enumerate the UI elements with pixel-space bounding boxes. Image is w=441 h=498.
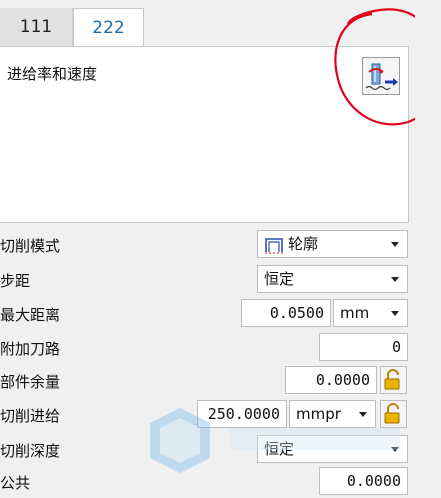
depth-of-cut-value: 恒定 — [264, 440, 295, 458]
chevron-down-icon — [391, 242, 399, 247]
stepover-select[interactable]: 恒定 — [257, 265, 408, 293]
row-common: 公共 0.0000 — [0, 467, 415, 497]
max-distance-unit: mm — [340, 304, 370, 322]
chevron-down-icon — [391, 447, 399, 452]
max-distance-unit-select[interactable]: mm — [333, 299, 408, 327]
row-cut-feed: 切削进给 250.0000 mmpr — [0, 400, 415, 430]
cut-pattern-select[interactable]: 轮廓 — [257, 230, 408, 258]
depth-of-cut-label: 切削深度 — [0, 442, 61, 460]
tab-222[interactable]: 222 — [73, 8, 144, 47]
part-stock-label: 部件余量 — [0, 373, 61, 391]
additional-passes-label: 附加刀路 — [0, 340, 61, 358]
chevron-down-icon — [359, 412, 367, 417]
additional-passes-input[interactable]: 0 — [319, 333, 408, 361]
scrollbar[interactable] — [415, 0, 441, 498]
cut-feed-label: 切削进给 — [0, 407, 61, 425]
row-stepover: 步距 恒定 — [0, 265, 415, 295]
common-input[interactable]: 0.0000 — [319, 467, 408, 495]
stepover-value: 恒定 — [264, 270, 295, 288]
cut-feed-unit-select[interactable]: mmpr — [289, 400, 376, 428]
cut-feed-unit: mmpr — [296, 405, 341, 423]
max-distance-label: 最大距离 — [0, 306, 61, 324]
part-stock-input[interactable]: 0.0000 — [285, 366, 377, 394]
chevron-down-icon — [391, 277, 399, 282]
cut-feed-input[interactable]: 250.0000 — [197, 400, 287, 428]
depth-of-cut-select[interactable]: 恒定 — [257, 435, 408, 463]
lock-icon[interactable] — [380, 400, 407, 428]
row-part-stock: 部件余量 0.0000 — [0, 366, 415, 396]
cut-pattern-label: 切削模式 — [0, 237, 61, 255]
row-max-distance: 最大距离 0.0500 mm — [0, 299, 415, 329]
common-label: 公共 — [0, 474, 31, 492]
row-additional-passes: 附加刀路 0 — [0, 333, 415, 363]
panel-title: 进给率和速度 — [7, 65, 98, 83]
cut-pattern-value: 轮廓 — [288, 235, 319, 253]
max-distance-input[interactable]: 0.0500 — [241, 299, 331, 327]
contour-pattern-icon — [264, 236, 284, 254]
lock-icon[interactable] — [380, 366, 407, 394]
row-cut-pattern: 切削模式 轮廓 — [0, 230, 415, 260]
chevron-down-icon — [391, 311, 399, 316]
row-depth-of-cut: 切削深度 恒定 — [0, 435, 415, 465]
stepover-label: 步距 — [0, 272, 31, 290]
tab-111[interactable]: 111 — [0, 8, 73, 46]
